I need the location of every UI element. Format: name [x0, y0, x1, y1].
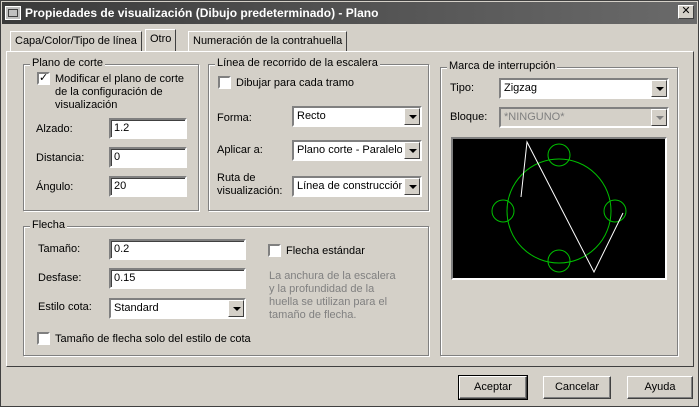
- chevron-down-icon[interactable]: [404, 142, 420, 159]
- elevation-input[interactable]: 1.2: [109, 118, 187, 139]
- tab-layer-color-linetype[interactable]: Capa/Color/Tipo de línea: [10, 31, 142, 51]
- angle-label: Ángulo:: [36, 181, 74, 193]
- apply-to-label: Aplicar a:: [217, 144, 263, 156]
- shape-select[interactable]: Recto: [292, 106, 422, 127]
- accept-button[interactable]: Aceptar: [458, 375, 528, 400]
- display-path-select-value: Línea de construcción: [297, 180, 402, 192]
- preview-grip-top: [547, 143, 571, 167]
- dimstyle-label: Estilo cota:: [38, 301, 92, 313]
- apply-to-select-value: Plano corte - Paralelo: [297, 144, 402, 156]
- chevron-down-icon[interactable]: [404, 108, 420, 125]
- display-path-select[interactable]: Línea de construcción: [292, 176, 422, 197]
- dimstyle-select[interactable]: Standard: [109, 298, 246, 319]
- distance-label: Distancia:: [36, 152, 85, 164]
- chevron-down-icon[interactable]: [228, 300, 244, 317]
- arrow-size-input[interactable]: 0.2: [109, 239, 246, 260]
- help-button[interactable]: Ayuda: [627, 376, 693, 399]
- preview-grip-right: [603, 199, 627, 223]
- window-title: Propiedades de visualización (Dibujo pre…: [25, 6, 379, 20]
- standard-arrow-checkbox[interactable]: [268, 244, 281, 257]
- break-mark-preview-graphic: [491, 140, 627, 274]
- cancel-button[interactable]: Cancelar: [543, 376, 611, 399]
- preview-grip-bottom: [547, 249, 571, 273]
- arrow-legend: Flecha: [30, 219, 68, 231]
- break-mark-preview: [451, 137, 667, 280]
- elevation-label: Alzado:: [36, 123, 73, 135]
- preview-main-circle: [506, 158, 612, 264]
- break-mark-legend: Marca de interrupción: [447, 60, 558, 72]
- dimstyle-only-label: Tamaño de flecha solo del estilo de cota: [55, 333, 251, 345]
- cut-plane-legend: Plano de corte: [30, 57, 105, 69]
- block-label: Bloque:: [450, 111, 488, 123]
- arrow-offset-input[interactable]: 0.15: [109, 268, 246, 289]
- shape-select-value: Recto: [297, 110, 326, 122]
- break-type-select[interactable]: Zigzag: [499, 78, 669, 99]
- arrow-note-1: La anchura de la escalera: [269, 270, 396, 282]
- shape-label: Forma:: [217, 112, 252, 124]
- chevron-down-icon[interactable]: [651, 80, 667, 97]
- arrow-note-3: huella se utilizan para el: [269, 296, 388, 308]
- arrow-note-2: y la profundidad de la: [269, 283, 375, 295]
- arrow-size-label: Tamaño:: [38, 243, 81, 255]
- run-line-legend: Línea de recorrido de la escalera: [215, 57, 380, 69]
- arrow-offset-label: Desfase:: [38, 272, 82, 284]
- block-select: *NINGUNO*: [499, 107, 669, 128]
- display-path-label-2: visualización:: [217, 185, 283, 197]
- display-path-label-1: Ruta de: [217, 172, 256, 184]
- tab-other[interactable]: Otro: [145, 29, 177, 51]
- chevron-down-icon: [651, 109, 667, 126]
- standard-arrow-label: Flecha estándar: [286, 245, 365, 257]
- draw-each-flight-label: Dibujar para cada tramo: [236, 77, 355, 89]
- app-icon: [5, 6, 21, 20]
- dimstyle-only-checkbox[interactable]: [37, 332, 50, 345]
- distance-input[interactable]: 0: [109, 147, 187, 168]
- arrow-note-4: tamaño de flecha.: [269, 309, 357, 321]
- modify-cut-plane-label-3: visualización: [55, 99, 118, 111]
- tab-riser-numbering[interactable]: Numeración de la contrahuella: [188, 31, 348, 51]
- preview-zigzag-line: [520, 140, 624, 274]
- modify-cut-plane-label-2: de la configuración de: [55, 86, 163, 98]
- type-label: Tipo:: [450, 82, 475, 94]
- modify-cut-plane-label-1: Modificar el plano de corte: [55, 73, 185, 85]
- preview-grip-left: [491, 199, 515, 223]
- modify-cut-plane-checkbox[interactable]: ✓: [37, 72, 50, 85]
- apply-to-select[interactable]: Plano corte - Paralelo: [292, 140, 422, 161]
- dialog-window: Propiedades de visualización (Dibujo pre…: [0, 0, 699, 407]
- title-bar[interactable]: Propiedades de visualización (Dibujo pre…: [2, 2, 697, 24]
- draw-each-flight-checkbox[interactable]: [218, 76, 231, 89]
- chevron-down-icon[interactable]: [404, 178, 420, 195]
- angle-input[interactable]: 20: [109, 176, 187, 197]
- block-select-value: *NINGUNO*: [504, 111, 565, 123]
- dimstyle-select-value: Standard: [114, 302, 159, 314]
- break-type-select-value: Zigzag: [504, 82, 538, 94]
- close-button[interactable]: ✕: [678, 5, 694, 19]
